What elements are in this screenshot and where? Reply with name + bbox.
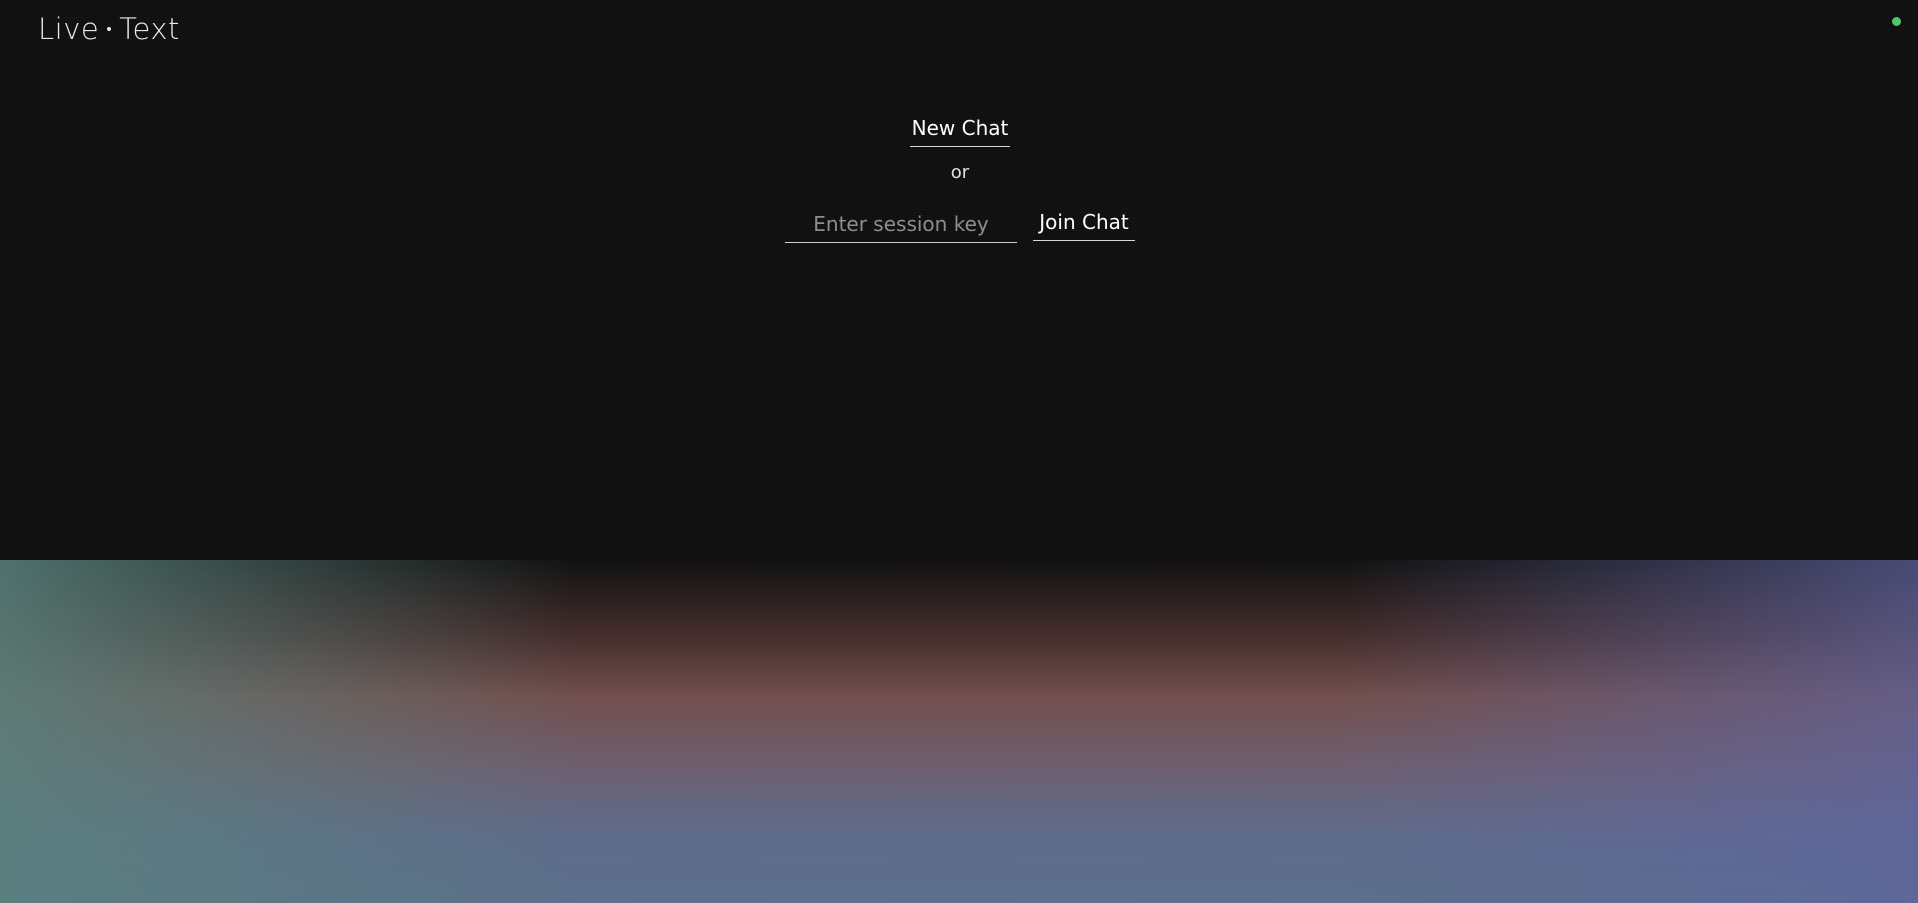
- page: Live Text New Chat or Join Chat: [0, 0, 1918, 903]
- join-chat-button[interactable]: Join Chat: [1033, 210, 1135, 241]
- logo-text-live: Live: [38, 12, 100, 46]
- logo-dot-icon: [107, 27, 112, 31]
- app-logo[interactable]: Live Text: [38, 12, 180, 46]
- logo-text-text: Text: [119, 12, 180, 46]
- connection-status-icon: [1892, 17, 1901, 26]
- background-gradient: [0, 560, 1918, 903]
- session-key-input[interactable]: [785, 206, 1017, 243]
- new-chat-button[interactable]: New Chat: [910, 116, 1010, 147]
- separator-text: or: [950, 162, 970, 183]
